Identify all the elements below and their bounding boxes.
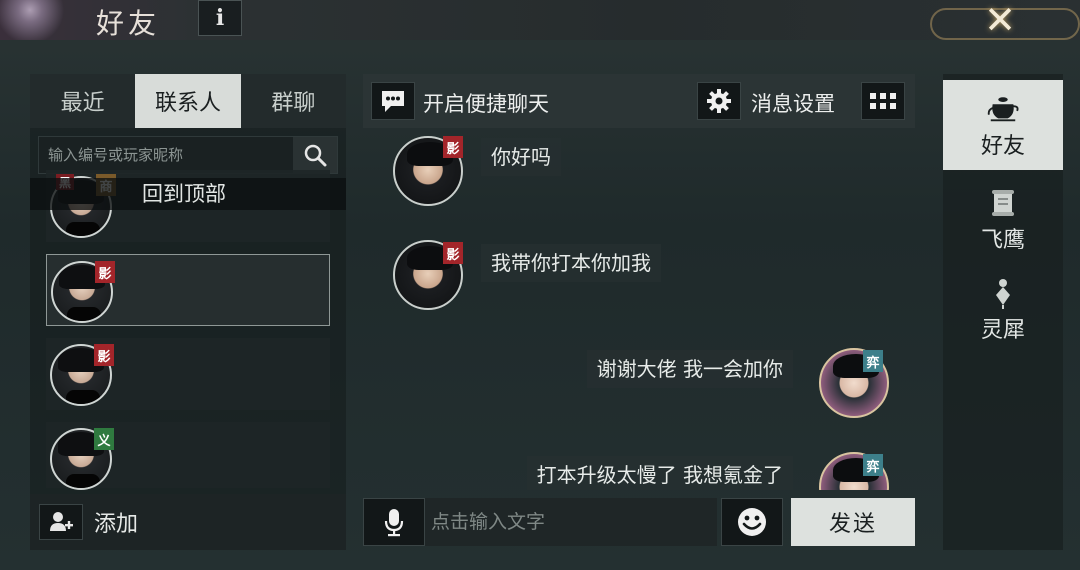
grid-icon [870, 93, 896, 109]
search-input[interactable] [39, 137, 295, 173]
title-bar: 好友 i ✕ [0, 0, 1080, 42]
quick-chat-label[interactable]: 开启便捷聊天 [423, 88, 549, 118]
gear-icon [707, 89, 731, 113]
add-friend-button[interactable] [39, 504, 83, 540]
tab-contacts[interactable]: 联系人 [135, 74, 241, 128]
add-friend-bar[interactable]: 添加 [30, 494, 346, 550]
scroll-icon [987, 188, 1019, 218]
close-button[interactable]: ✕ [960, 0, 1040, 42]
sect-badge: 弈 [863, 454, 883, 476]
contact-item[interactable]: 义 [46, 422, 330, 490]
message-settings-label[interactable]: 消息设置 [751, 88, 835, 118]
nav-friends-label: 好友 [980, 134, 1025, 159]
search-button[interactable] [293, 137, 337, 173]
nav-flying-eagle[interactable]: 飞鹰 [943, 174, 1063, 264]
message-settings-button[interactable] [697, 82, 741, 120]
emoji-button[interactable] [721, 498, 783, 546]
contact-item[interactable]: 影 [46, 338, 330, 410]
teapot-icon [987, 94, 1019, 124]
nav-friends[interactable]: 好友 [943, 80, 1063, 170]
message-bubble: 你好吗 [481, 138, 561, 176]
right-navigation: 好友 飞鹰 灵犀 [943, 74, 1063, 550]
message-bubble: 谢谢大佬 我一会加你 [586, 350, 793, 388]
more-menu-button[interactable] [861, 82, 905, 120]
sect-badge: 影 [443, 136, 463, 158]
add-user-icon [50, 512, 73, 531]
search-box [38, 136, 338, 174]
back-to-top-button[interactable]: 回到顶部 [30, 178, 346, 210]
title-ornament [0, 0, 90, 40]
sect-badge: 影 [443, 242, 463, 264]
sect-badge: 影 [94, 344, 114, 366]
charm-icon [987, 278, 1019, 309]
message-input[interactable] [425, 498, 717, 546]
smiley-icon [738, 508, 766, 536]
voice-button[interactable] [363, 498, 425, 546]
chat-input-bar: 发送 [363, 498, 915, 546]
sect-badge: 影 [95, 261, 115, 283]
sect-badge: 义 [94, 428, 114, 450]
nav-lingxi-label: 灵犀 [980, 318, 1025, 343]
chat-messages[interactable]: 影 你好吗 影 我带你打本你加我 谢谢大佬 我一会加你 弈 打本升级太慢了 我想… [363, 128, 915, 490]
tab-recent[interactable]: 最近 [30, 74, 135, 128]
nav-lingxi[interactable]: 灵犀 [943, 264, 1063, 354]
chat-bubble-icon [382, 91, 404, 112]
nav-flying-eagle-label: 飞鹰 [980, 228, 1025, 253]
contacts-panel: 最近 联系人 群聊 回到顶部 黑 商 影 影 义 [30, 74, 346, 550]
message-bubble: 我带你打本你加我 [481, 244, 661, 282]
search-icon [304, 144, 327, 167]
chat-toolbar: 开启便捷聊天 消息设置 [363, 74, 915, 128]
contact-tabs: 最近 联系人 群聊 [30, 74, 346, 128]
info-button[interactable]: i [198, 0, 242, 36]
contact-item[interactable]: 影 [46, 254, 330, 326]
page-title: 好友 [96, 7, 161, 40]
message-bubble: 打本升级太慢了 我想氪金了 [526, 456, 793, 490]
microphone-icon [384, 509, 404, 537]
add-friend-label: 添加 [94, 512, 139, 537]
sect-badge: 弈 [863, 350, 883, 372]
quick-chat-toggle[interactable] [371, 82, 415, 120]
send-button[interactable]: 发送 [791, 498, 915, 546]
tab-group-chat[interactable]: 群聊 [241, 74, 346, 128]
